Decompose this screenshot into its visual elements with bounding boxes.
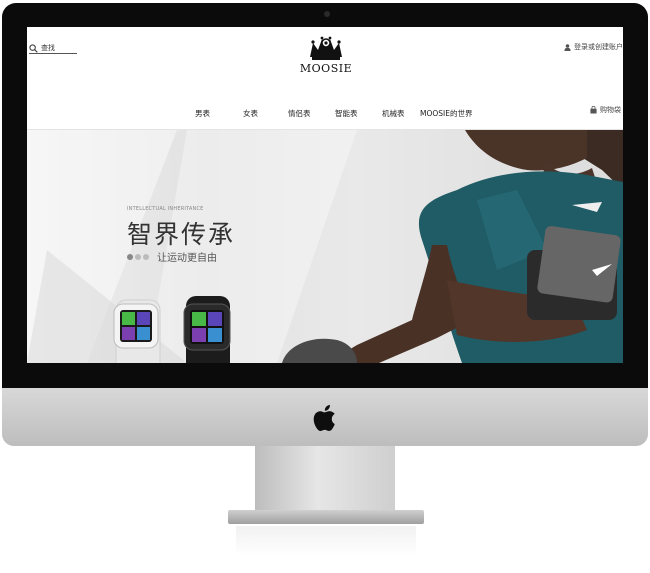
nav-item-world[interactable]: MOOSIE的世界 <box>420 108 473 119</box>
site-logo[interactable]: MOOSIE <box>297 33 355 77</box>
search-icon <box>29 43 38 53</box>
slider-dots[interactable] <box>127 253 151 260</box>
site-header: 查找 MOOSIE 登录或创建账户 男表 女表 情侣表 智能表 机械表 MOOS… <box>27 27 623 130</box>
hero-banner[interactable]: INTELLECTUAL INHERITANCE 智界传承 让运动更自由 <box>27 130 623 363</box>
crown-logo-icon <box>310 36 342 60</box>
shopping-bag-icon <box>590 106 597 114</box>
hero-title: 智界传承 <box>127 220 236 249</box>
apple-logo-icon <box>313 404 335 431</box>
smartwatch-black-image <box>183 296 231 363</box>
smartwatch-white-image <box>113 299 161 363</box>
imac-monitor: 查找 MOOSIE 登录或创建账户 男表 女表 情侣表 智能表 机械表 MOOS… <box>0 0 650 573</box>
user-icon <box>564 43 571 51</box>
brand-name: MOOSIE <box>299 62 353 75</box>
hero-subtitle-text: 让运动更自由 <box>157 253 217 264</box>
stand-reflection <box>236 526 416 556</box>
hero-tagline: INTELLECTUAL INHERITANCE <box>127 206 204 212</box>
search-box[interactable]: 查找 <box>29 43 77 54</box>
hero-subtitle: 让运动更自由 <box>127 249 217 264</box>
stand-foot <box>228 510 424 524</box>
login-label: 登录或创建账户 <box>574 43 623 51</box>
nav-item-smart[interactable]: 智能表 <box>335 108 358 119</box>
cart-label: 购物袋 <box>600 106 621 114</box>
website-screen: 查找 MOOSIE 登录或创建账户 男表 女表 情侣表 智能表 机械表 MOOS… <box>27 27 623 363</box>
nav-item-couple[interactable]: 情侣表 <box>288 108 311 119</box>
nav-item-mechanical[interactable]: 机械表 <box>382 108 405 119</box>
search-placeholder: 查找 <box>41 44 55 52</box>
nav-item-men[interactable]: 男表 <box>195 108 210 119</box>
login-link[interactable]: 登录或创建账户 <box>564 42 623 52</box>
stand-neck <box>255 446 395 514</box>
cart-link[interactable]: 购物袋 <box>590 105 621 115</box>
main-nav: 男表 女表 情侣表 智能表 机械表 MOOSIE的世界 <box>195 108 485 118</box>
nav-item-women[interactable]: 女表 <box>243 108 258 119</box>
camera-dot <box>324 11 330 17</box>
